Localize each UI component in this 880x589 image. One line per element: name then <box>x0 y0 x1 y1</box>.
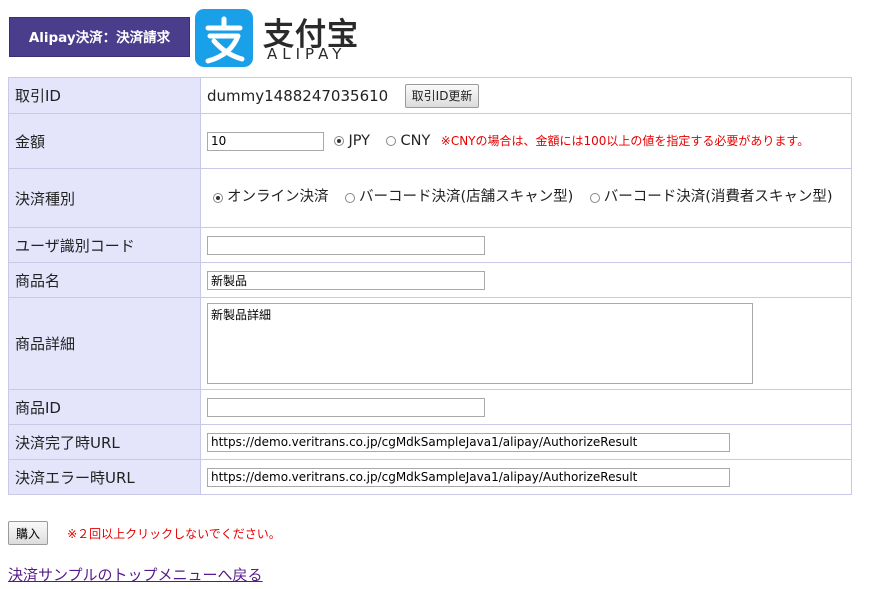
label-user-code: ユーザ識別コード <box>8 227 201 263</box>
row-order-id: 取引ID dummy1488247035610 取引ID更新 <box>8 77 852 114</box>
row-product-name: 商品名 <box>8 262 852 298</box>
label-payment-type: 決済種別 <box>8 168 201 228</box>
product-id-input[interactable] <box>207 397 485 417</box>
purchase-button[interactable]: 購入 <box>8 521 49 545</box>
label-success-url: 決済完了時URL <box>8 424 201 460</box>
payment-form-table: 取引ID dummy1488247035610 取引ID更新 金額 JPY CN… <box>8 77 852 495</box>
error-url-input[interactable] <box>207 467 730 487</box>
payment-barcode-store-radio[interactable] <box>344 192 355 203</box>
product-detail-textarea[interactable]: 新製品詳細 <box>207 303 753 384</box>
user-code-input[interactable] <box>207 235 485 255</box>
label-order-id: 取引ID <box>8 77 201 114</box>
submit-row: 購入 ※２回以上クリックしないでください。 <box>8 521 281 545</box>
row-error-url: 決済エラー時URL <box>8 459 852 495</box>
amount-input[interactable] <box>207 131 324 151</box>
row-success-url: 決済完了時URL <box>8 424 852 460</box>
refresh-order-id-button[interactable]: 取引ID更新 <box>404 83 480 108</box>
row-product-detail: 商品詳細 新製品詳細 <box>8 297 852 390</box>
payment-online-radio[interactable] <box>213 192 223 203</box>
success-url-input[interactable] <box>207 432 730 452</box>
page-title: Alipay決済：決済請求 <box>9 17 190 57</box>
currency-cny-radio[interactable] <box>386 136 397 146</box>
label-error-url: 決済エラー時URL <box>8 459 201 495</box>
currency-jpy-label: JPY <box>348 133 371 149</box>
row-product-id: 商品ID <box>8 389 852 425</box>
label-product-detail: 商品詳細 <box>8 297 201 390</box>
alipay-logo-icon <box>195 9 253 67</box>
row-user-code: ユーザ識別コード <box>8 227 852 263</box>
order-id-value: dummy1488247035610 <box>207 86 389 105</box>
currency-jpy-radio[interactable] <box>334 136 345 146</box>
label-amount: 金額 <box>8 113 201 169</box>
row-payment-type: 決済種別 オンライン決済 バーコード決済(店舗スキャン型) バーコード決済(消費… <box>8 168 852 228</box>
payment-barcode-consumer-radio[interactable] <box>589 192 600 203</box>
submit-warning: ※２回以上クリックしないでください。 <box>67 526 281 541</box>
label-product-name: 商品名 <box>8 262 201 298</box>
payment-online-label: オンライン決済 <box>227 189 329 206</box>
payment-barcode-consumer-label: バーコード決済(消費者スキャン型) <box>603 189 833 206</box>
payment-barcode-store-label: バーコード決済(店舗スキャン型) <box>358 189 574 206</box>
alipay-logo: 支付宝 ALIPAY <box>195 9 365 67</box>
row-amount: 金額 JPY CNY ※CNYの場合は、金額には100以上の値を指定する必要があ… <box>8 113 852 169</box>
currency-cny-label: CNY <box>400 133 431 149</box>
logo-english-text: ALIPAY <box>267 45 347 63</box>
back-to-top-menu-link[interactable]: 決済サンプルのトップメニューへ戻る <box>8 564 263 585</box>
label-product-id: 商品ID <box>8 389 201 425</box>
amount-warning: ※CNYの場合は、金額には100以上の値を指定する必要があります。 <box>440 134 810 148</box>
product-name-input[interactable] <box>207 270 485 290</box>
